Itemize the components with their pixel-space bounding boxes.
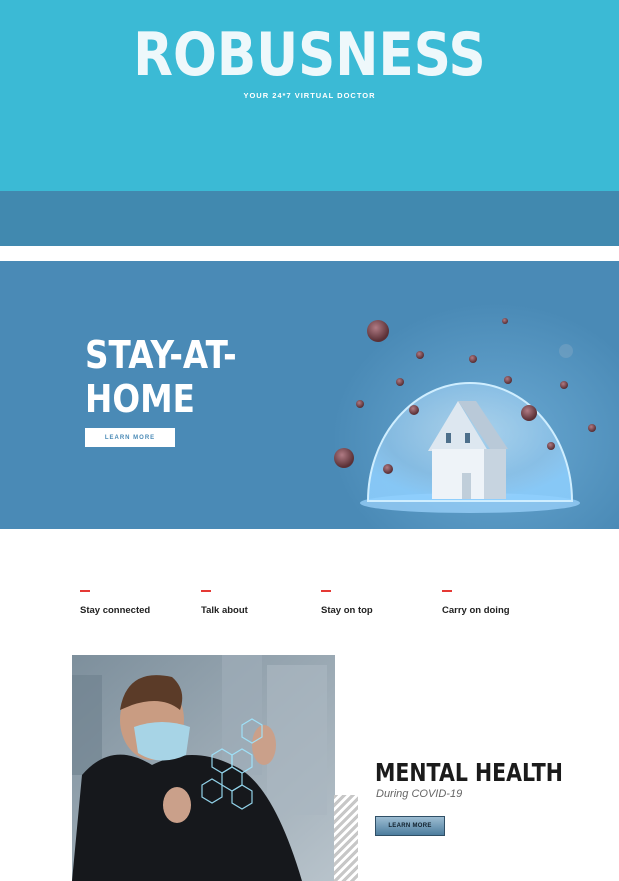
hero-section: STAY-AT- HOME LEARN MORE	[0, 261, 619, 529]
feature-label: Carry on doing	[442, 605, 510, 616]
feature-item[interactable]: Stay connected	[80, 590, 190, 618]
mental-health-subtitle: During COVID-19	[376, 788, 463, 800]
hero-title: STAY-AT- HOME	[85, 333, 240, 421]
tagline: YOUR 24*7 VIRTUAL DOCTOR	[243, 91, 376, 100]
decorative-stripes	[334, 795, 358, 881]
brand-logo[interactable]: ROBUSNESS	[43, 22, 575, 88]
accent-bar	[442, 590, 452, 592]
feature-item[interactable]: Stay on top	[321, 590, 431, 618]
hero-title-line2: HOME	[85, 377, 195, 421]
mental-health-title: MENTAL HEALTH	[375, 758, 563, 787]
hero-title-line1: STAY-AT-	[85, 333, 237, 377]
feature-label: Stay on top	[321, 605, 373, 616]
accent-bar	[80, 590, 90, 592]
hero-learn-more-button[interactable]: LEARN MORE	[85, 428, 175, 447]
feature-item[interactable]: Talk about	[201, 590, 311, 618]
features-row: Stay connected Talk about Stay on top Ca…	[0, 590, 619, 620]
house-dome-illustration	[334, 318, 596, 513]
mental-health-photo	[72, 655, 335, 881]
feature-item[interactable]: Carry on doing	[442, 590, 552, 618]
accent-bar	[201, 590, 211, 592]
accent-bar	[321, 590, 331, 592]
man-with-mask-illustration	[72, 655, 335, 881]
site-header: ROBUSNESS YOUR 24*7 VIRTUAL DOCTOR	[0, 0, 619, 191]
nav-band	[0, 191, 619, 246]
feature-label: Talk about	[201, 605, 248, 616]
feature-label: Stay connected	[80, 605, 151, 616]
mental-health-learn-more-button[interactable]: LEARN MORE	[375, 816, 445, 836]
